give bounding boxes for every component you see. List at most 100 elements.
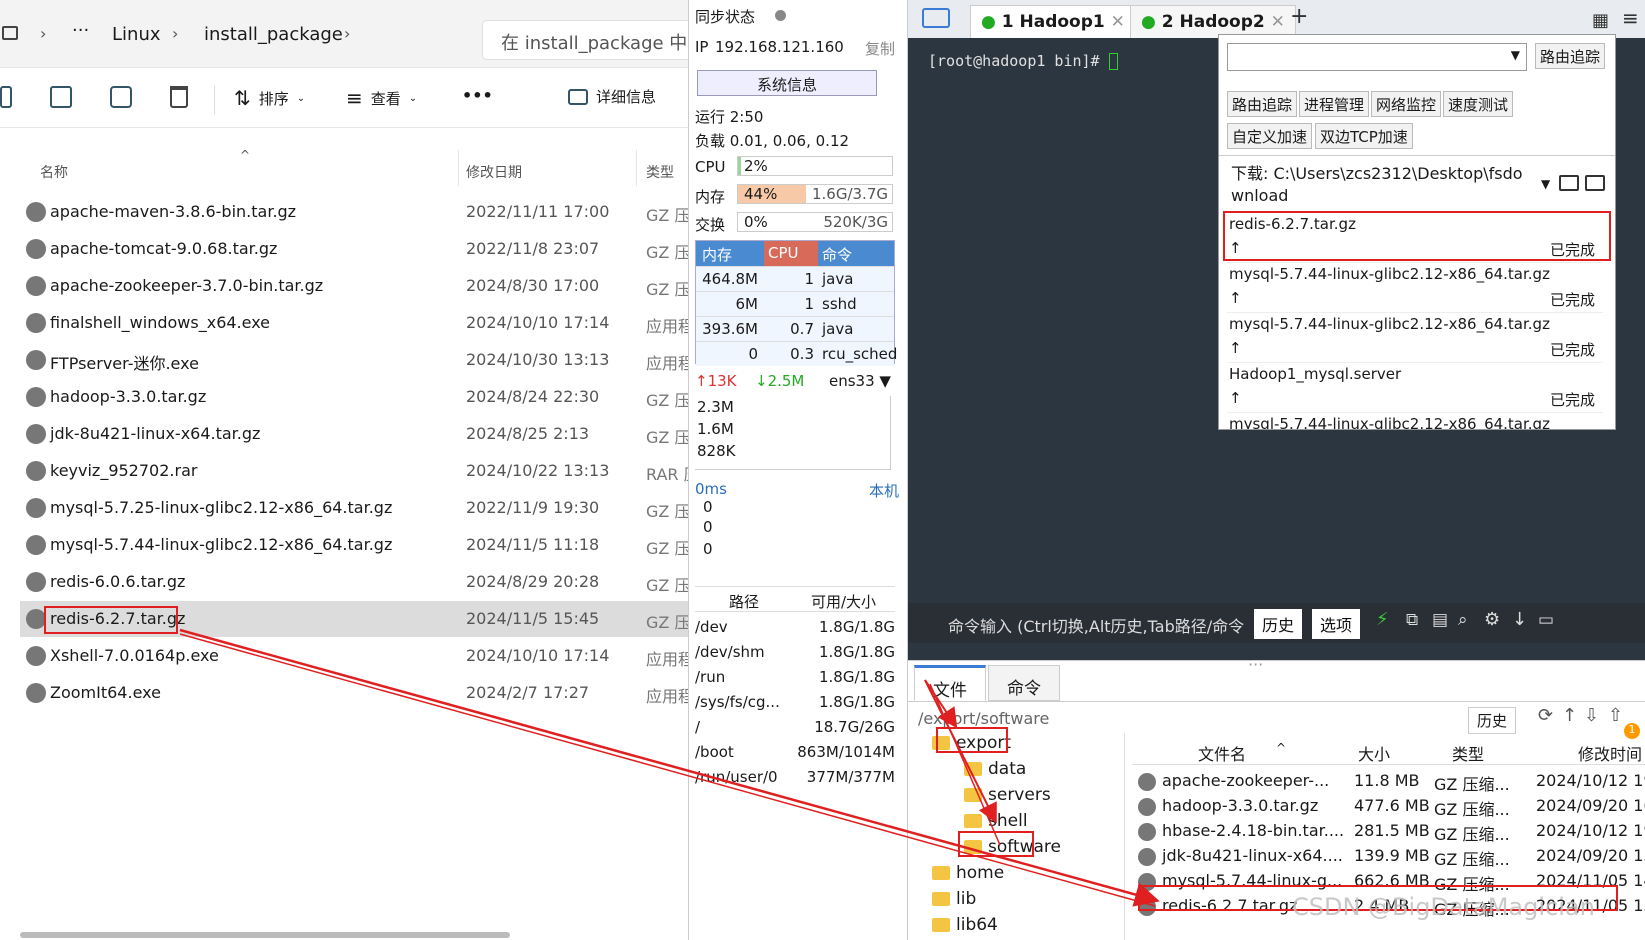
file-row[interactable]: redis-6.0.6.tar.gz 2024/8/29 20:28 GZ 压缩 [20,564,688,600]
download-item[interactable]: mysql-5.7.44-linux-glibc2.12-x86_64.tar.… [1227,263,1603,313]
process-row[interactable]: 393.6M 0.7 java [696,316,894,341]
process-row[interactable]: 6M 1 sshd [696,291,894,316]
disk-col-path[interactable]: 路径 [729,591,759,612]
sort-button[interactable]: ⇅ 排序 ⌄ [234,86,305,110]
refresh-icon[interactable]: ⟳ [1538,705,1553,726]
sftp-col-type[interactable]: 类型 [1452,741,1484,765]
sysinfo-button[interactable]: 系统信息 [697,70,877,96]
custom-accel-button[interactable]: 自定义加速 [1227,123,1313,149]
window-icon[interactable]: ▭ [1538,610,1554,630]
file-row[interactable]: mysql-5.7.25-linux-glibc2.12-x86_64.tar.… [20,490,688,526]
tab-files[interactable]: 文件 [914,665,986,701]
trace-button[interactable]: 路由追踪 [1535,43,1606,69]
route-trace-button[interactable]: 路由追踪 [1227,91,1298,117]
sftp-row[interactable]: hbase-2.4.18-bin.tar.... 281.5 MB GZ 压缩...… [1132,819,1645,844]
process-row[interactable]: 464.8M 1 java [696,266,894,291]
trace-input[interactable]: ▼ [1227,43,1527,71]
file-row[interactable]: finalshell_windows_x64.exe 2024/10/10 17:… [20,305,688,341]
disk-row[interactable]: /dev 1.8G/1.8G [695,616,895,641]
download-item[interactable]: Hadoop1_mysql.server ↑ 已完成 [1227,363,1603,413]
arrow-down-icon[interactable]: ↓ [1512,609,1527,630]
file-row[interactable]: jdk-8u421-linux-x64.tar.gz 2024/8/25 2:13… [20,416,688,452]
dropdown-icon[interactable]: ▼ [1541,177,1550,191]
sftp-col-name[interactable]: 文件名 [1198,741,1246,765]
grid-icon[interactable]: ▦ [1592,10,1609,31]
tree-folder[interactable]: home [932,863,1004,883]
folder-icon[interactable] [1585,175,1605,191]
close-icon[interactable]: ✕ [1271,12,1285,32]
disk-row[interactable]: / 18.7G/26G [695,716,895,741]
delete-icon[interactable] [170,86,188,108]
copy-button[interactable]: 复制 [865,38,895,59]
disk-col-size[interactable]: 可用/大小 [811,591,876,612]
sftp-row[interactable]: hadoop-3.3.0.tar.gz 477.6 MB GZ 压缩... 2024/… [1132,794,1645,819]
net-monitor-button[interactable]: 网络监控 [1371,91,1442,117]
tree-folder[interactable]: servers [964,785,1051,805]
file-row[interactable]: FTPserver-迷你.exe 2024/10/30 13:13 应用程序 [20,342,688,378]
speed-test-button[interactable]: 速度测试 [1443,91,1514,117]
command-input[interactable]: 命令输入 (Ctrl切换,Alt历史,Tab路径/命令,Esc关闭) [948,613,1244,637]
disk-row[interactable]: /boot 863M/1014M [695,741,895,766]
dropdown-icon[interactable]: ▼ [1511,48,1520,62]
sftp-row[interactable]: apache-zookeeper-... 11.8 MB GZ 压缩... 2024/… [1132,769,1645,794]
horizontal-scrollbar[interactable] [20,932,510,938]
col-date[interactable]: 修改日期 [466,162,522,182]
rename-icon[interactable] [50,86,72,108]
download-icon[interactable]: ⇩ [1584,705,1599,726]
disk-row[interactable]: /run/user/0 377M/377M [695,766,895,791]
search-icon[interactable]: ⌕ [1458,610,1468,630]
tree-folder[interactable]: data [964,759,1026,779]
disk-row[interactable]: /run 1.8G/1.8G [695,666,895,691]
search-input[interactable]: 在 install_package 中搜索 [482,20,688,60]
disk-row[interactable]: /dev/shm 1.8G/1.8G [695,641,895,666]
file-row[interactable]: keyviz_952702.rar 2024/10/22 13:13 RAR 压缩 [20,453,688,489]
tcp-accel-button[interactable]: 双边TCP加速 [1315,123,1413,149]
file-row[interactable]: mysql-5.7.44-linux-glibc2.12-x86_64.tar.… [20,527,688,563]
process-mgr-button[interactable]: 进程管理 [1299,91,1370,117]
local-link[interactable]: 本机 [869,480,899,501]
arrow-up-icon[interactable]: ↑ [1562,705,1577,726]
proc-col-mem[interactable]: 内存 [702,244,732,265]
tab-hadoop1[interactable]: ● 1 Hadoop1 ✕ [970,5,1136,38]
terminal-prompt[interactable]: [root@hadoop1 bin]# [928,52,1118,70]
view-button[interactable]: ≡ 查看 ⌄ [346,86,417,110]
breadcrumb-install-package[interactable]: install_package [204,24,343,45]
add-tab-icon[interactable]: + [1290,4,1308,29]
computer-icon[interactable] [2,26,18,40]
lightning-icon[interactable]: ⚡ [1376,609,1389,630]
iface-select[interactable]: ens33 ▼ [829,372,891,390]
share-icon[interactable] [110,86,132,108]
tab-command[interactable]: 命令 [988,665,1060,701]
copy-icon[interactable] [0,86,12,108]
sftp-row[interactable]: jdk-8u421-linux-x64.... 139.9 MB GZ 压缩... 2… [1132,844,1645,869]
breadcrumb-linux[interactable]: Linux [112,24,161,45]
tree-folder[interactable]: lib64 [932,915,998,935]
download-item[interactable]: mysql-5.7.44-linux-glibc2.12-x86_64.tar.… [1227,413,1603,429]
file-row[interactable]: hadoop-3.3.0.tar.gz 2024/8/24 22:30 GZ 压缩 [20,379,688,415]
process-row[interactable]: 0 0.3 rcu_sched [696,341,897,366]
notification-badge[interactable]: 1 [1624,723,1640,739]
details-button[interactable]: 详细信息 [568,86,656,107]
options-button[interactable]: 选项 [1312,609,1361,639]
file-row[interactable]: apache-tomcat-9.0.68.tar.gz 2022/11/8 23:… [20,231,688,267]
ellipsis-icon[interactable]: ··· [72,20,89,41]
proc-col-cpu[interactable]: CPU [768,244,799,262]
sftp-col-size[interactable]: 大小 [1358,741,1390,765]
paste-icon[interactable]: ▤ [1432,610,1448,630]
file-row[interactable]: apache-maven-3.8.6-bin.tar.gz 2022/11/11 … [20,194,688,230]
resize-handle[interactable]: ··· [1248,661,1263,674]
history-button[interactable]: 历史 [1254,609,1303,639]
close-icon[interactable]: ✕ [1111,12,1125,32]
col-type[interactable]: 类型 [646,162,674,182]
menu-icon[interactable]: ≡ [1622,6,1639,30]
disk-row[interactable]: /sys/fs/cg... 1.8G/1.8G [695,691,895,716]
file-row[interactable]: Xshell-7.0.0164p.exe 2024/10/10 17:14 应用程序 [20,638,688,674]
file-row[interactable]: ZoomIt64.exe 2024/2/7 17:27 应用程序 [20,675,688,711]
gear-icon[interactable]: ⚙ [1484,609,1500,630]
sftp-history-button[interactable]: 历史 [1468,707,1517,734]
tree-folder[interactable]: lib [932,889,976,909]
folder-open-icon[interactable] [1559,175,1579,191]
more-button[interactable]: ••• [462,86,493,105]
download-item[interactable]: mysql-5.7.44-linux-glibc2.12-x86_64.tar.… [1227,313,1603,363]
proc-col-cmd[interactable]: 命令 [822,244,852,265]
